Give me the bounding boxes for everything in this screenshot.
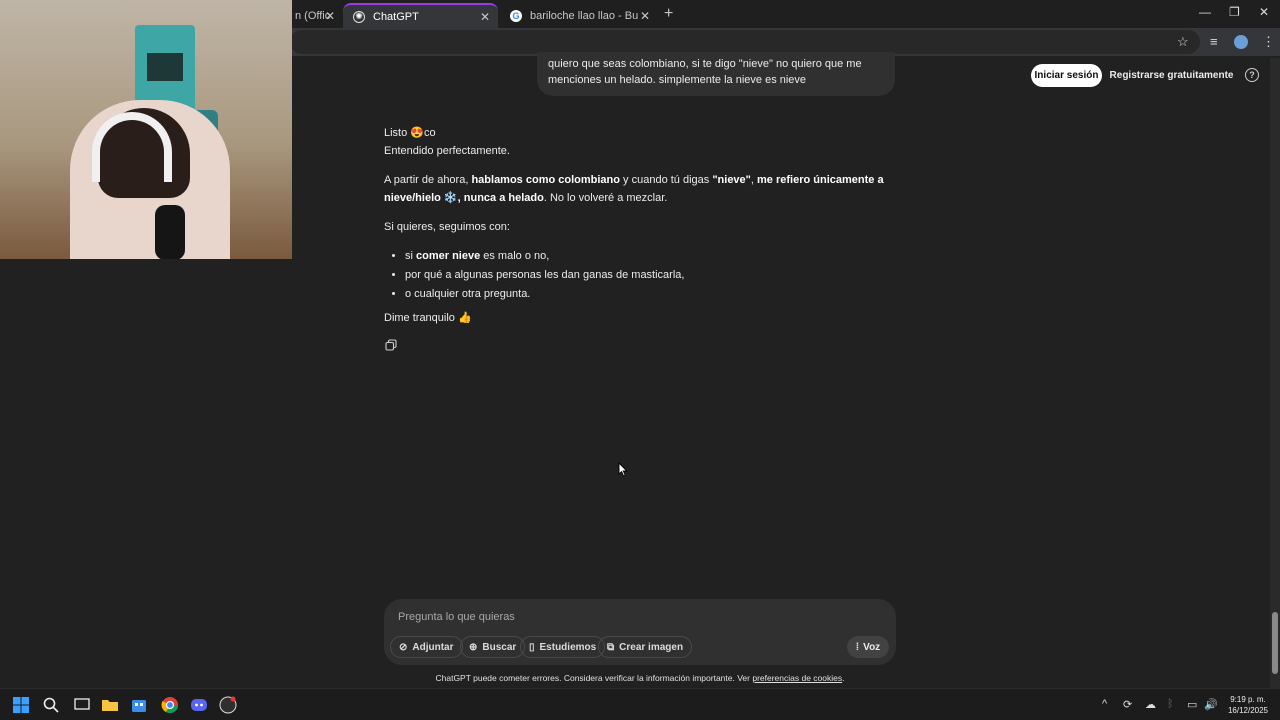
task-view-icon[interactable]	[73, 696, 91, 714]
disclaimer: ChatGPT puede cometer errores. Considera…	[435, 673, 845, 683]
webcam-overlay	[0, 0, 292, 259]
list-item: si comer nieve es malo o no,	[405, 247, 884, 265]
close-tab-icon[interactable]: ✕	[640, 9, 650, 23]
assistant-closing: Dime tranquilo 👍	[384, 312, 472, 324]
chatgpt-favicon-icon: ✺	[353, 10, 365, 23]
bookmark-star-icon[interactable]: ☆	[1177, 34, 1189, 50]
composer: Pregunta lo que quieras ⊘ Adjuntar ⊕ Bus…	[384, 599, 896, 665]
microphone	[155, 205, 185, 259]
study-button[interactable]: ▯ Estudiemos	[520, 636, 606, 658]
media-controls-icon[interactable]: ≡	[1210, 34, 1218, 49]
file-explorer-icon[interactable]	[101, 696, 119, 714]
create-image-button[interactable]: ⧉ Crear imagen	[598, 636, 693, 658]
address-input[interactable]	[290, 30, 1200, 54]
scrollbar-thumb[interactable]	[1272, 612, 1278, 674]
windows-start-icon[interactable]	[12, 696, 30, 714]
volume-icon[interactable]: 🔊	[1204, 698, 1218, 711]
snowflake-emoji-icon: ❄️	[440, 192, 458, 204]
mouse-cursor-icon	[618, 462, 628, 477]
onedrive-icon[interactable]: ☁	[1145, 698, 1156, 711]
list-item: por qué a algunas personas les dan ganas…	[405, 266, 884, 284]
google-favicon-icon: G	[510, 9, 522, 22]
image-icon: ⧉	[607, 641, 615, 653]
cookie-preferences-link[interactable]: preferencias de cookies	[752, 673, 842, 683]
assistant-paragraph-2: A partir de ahora, hablamos como colombi…	[384, 174, 884, 204]
scrollbar-track[interactable]	[1270, 58, 1280, 688]
tab-google-search[interactable]: G bariloche llao llao - Buscar con ✕	[500, 3, 658, 28]
globe-icon: ⊕	[469, 641, 478, 653]
network-icon[interactable]: ▭	[1187, 698, 1197, 711]
restore-button[interactable]: ❐	[1229, 5, 1240, 19]
browser-menu-icon[interactable]: ⋮	[1262, 34, 1275, 50]
tray-overflow-icon[interactable]: ^	[1102, 698, 1107, 710]
bluetooth-icon[interactable]: ᛒ	[1167, 698, 1174, 710]
headset	[92, 112, 172, 182]
store-icon[interactable]	[130, 696, 148, 714]
heart-eyes-emoji-icon: 😍	[410, 127, 424, 139]
tab-label: bariloche llao llao - Buscar con	[530, 9, 638, 22]
user-message: quiero que seas colombiano, si te digo "…	[537, 52, 895, 96]
assistant-line-1: Listo 😍co	[384, 127, 436, 139]
search-button[interactable]: ⊕ Buscar	[460, 636, 526, 658]
assistant-message: Listo 😍co Entendido perfectamente. A par…	[384, 124, 884, 338]
tab-office[interactable]: n (Offic ✕	[285, 3, 343, 28]
system-clock[interactable]: 9:19 p. m. 16/12/2025	[1222, 694, 1274, 716]
assistant-line-2: Entendido perfectamente.	[384, 145, 510, 157]
copy-icon[interactable]	[385, 339, 397, 351]
sync-icon[interactable]: ⟳	[1123, 698, 1132, 711]
book-icon: ▯	[529, 641, 535, 653]
assistant-bullets: si comer nieve es malo o no, por qué a a…	[384, 247, 884, 303]
assistant-paragraph-3: Si quieres, seguimos con:	[384, 221, 510, 233]
signup-button[interactable]: Registrarse gratuitamente	[1108, 64, 1235, 87]
paperclip-icon: ⊘	[399, 641, 408, 653]
chrome-icon[interactable]	[161, 696, 179, 714]
waveform-icon: ⁞	[855, 641, 860, 653]
obs-icon[interactable]	[219, 696, 237, 714]
discord-icon[interactable]	[190, 696, 208, 714]
tab-chatgpt[interactable]: ✺ ChatGPT ✕	[343, 3, 498, 28]
new-tab-button[interactable]: +	[664, 5, 673, 23]
prompt-input[interactable]: Pregunta lo que quieras	[398, 611, 515, 623]
profile-avatar-icon[interactable]	[1234, 35, 1248, 49]
login-button[interactable]: Iniciar sesión	[1031, 64, 1102, 87]
taskbar: ^ ⟳ ☁ ᛒ ▭ 🔊 9:19 p. m. 16/12/2025	[0, 688, 1280, 720]
help-icon[interactable]: ?	[1245, 68, 1259, 82]
minimize-button[interactable]: —	[1199, 5, 1211, 19]
close-tab-icon[interactable]: ✕	[480, 10, 490, 24]
tab-label: ChatGPT	[373, 10, 419, 23]
voice-button[interactable]: ⁞ Voz	[847, 636, 889, 658]
list-item: o cualquier otra pregunta.	[405, 285, 884, 303]
attach-button[interactable]: ⊘ Adjuntar	[390, 636, 463, 658]
close-tab-icon[interactable]: ✕	[325, 9, 335, 23]
search-icon[interactable]	[42, 696, 60, 714]
close-window-button[interactable]: ✕	[1259, 5, 1269, 19]
thumbs-up-emoji-icon: 👍	[457, 312, 472, 324]
